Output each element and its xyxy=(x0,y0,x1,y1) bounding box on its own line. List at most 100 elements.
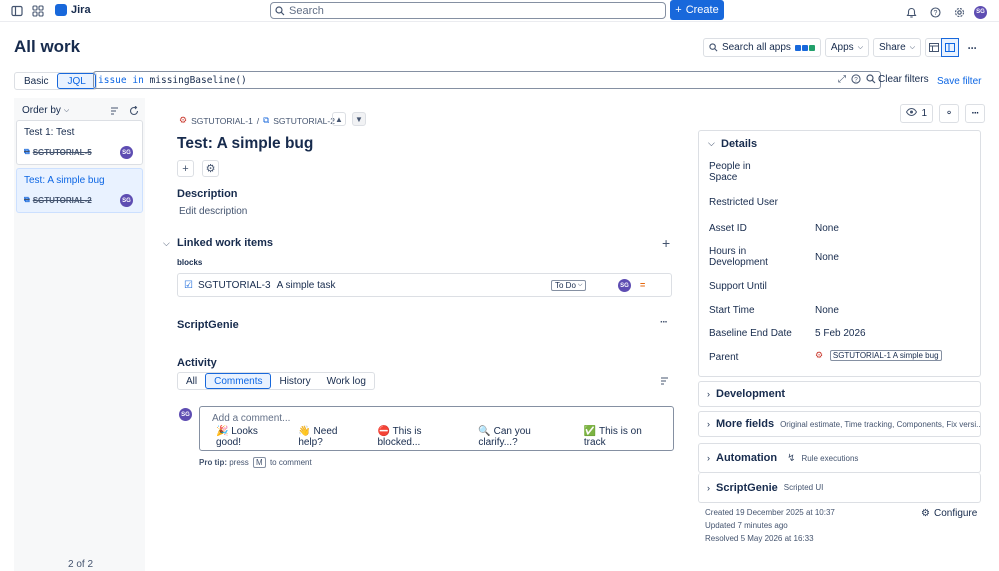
more-actions-icon[interactable]: ··· xyxy=(660,317,668,328)
notifications-icon[interactable] xyxy=(902,3,920,21)
issue-title[interactable]: Test: A simple bug xyxy=(177,135,313,153)
linked-work-item[interactable]: ☑ SGTUTORIAL-3 A simple task To Do ⌵ SG … xyxy=(177,273,672,297)
detail-view-icon[interactable] xyxy=(941,38,959,57)
tab-comments[interactable]: Comments xyxy=(205,373,272,389)
pro-tip-label: Pro tip: xyxy=(199,458,227,467)
add-link-icon[interactable]: + xyxy=(662,235,670,251)
description-heading: Description xyxy=(177,188,238,200)
result-count: 2 of 2 xyxy=(68,559,94,570)
comment-input[interactable]: Add a comment... 🎉 Looks good! 👋 Need he… xyxy=(199,406,674,451)
tab-history[interactable]: History xyxy=(271,373,318,389)
more-actions-icon[interactable]: ··· xyxy=(963,39,981,57)
app-switcher-icon[interactable] xyxy=(29,2,47,20)
refresh-icon[interactable] xyxy=(129,105,139,119)
list-item[interactable]: Test 1: Test ⧉ SGTUTORIAL-5 SG xyxy=(16,120,143,165)
details-heading[interactable]: Details xyxy=(721,138,757,150)
status-dropdown[interactable]: To Do ⌵ xyxy=(551,280,587,291)
search-icon xyxy=(709,43,718,52)
quick-reply-looks-good[interactable]: 🎉 Looks good! xyxy=(216,426,281,448)
sort-icon[interactable] xyxy=(110,105,120,119)
automation-section[interactable]: › Automation ↯ Rule executions xyxy=(698,443,981,473)
status-label: To Do xyxy=(555,281,576,290)
save-filter-button[interactable]: Save filter xyxy=(937,76,981,87)
parent-link[interactable]: ⚙ SGTUTORIAL-1 A simple bug xyxy=(815,350,942,361)
field-label: Baseline End Date xyxy=(709,328,792,339)
subtask-icon: ⧉ xyxy=(263,115,270,125)
updated-date: Updated 7 minutes ago xyxy=(705,521,788,530)
more-fields-section[interactable]: › More fields Original estimate, Time tr… xyxy=(698,411,981,437)
chevron-down-icon[interactable]: ⌵ xyxy=(163,238,170,249)
quick-reply-on-track[interactable]: ✅ This is on track xyxy=(584,426,661,448)
jql-input[interactable]: issue in missingBaseline() ⤢ ? xyxy=(93,71,881,89)
search-icon[interactable] xyxy=(866,74,876,87)
apps-label: Apps xyxy=(830,42,854,53)
list-item[interactable]: Test: A simple bug ⧉ SGTUTORIAL-2 SG xyxy=(16,168,143,213)
more-actions-icon[interactable]: ··· xyxy=(965,104,985,123)
jql-mode-button[interactable]: JQL xyxy=(57,73,96,89)
more-fields-heading: More fields xyxy=(716,418,775,430)
scriptgenie-panel-heading: ScriptGenie xyxy=(716,481,778,494)
settings-gear-icon[interactable]: ⚙ xyxy=(202,160,219,177)
activity-heading: Activity xyxy=(177,357,217,369)
chevron-right-icon: › xyxy=(707,419,710,429)
edit-description[interactable]: Edit description xyxy=(179,206,247,217)
search-all-apps-button[interactable]: Search all apps xyxy=(702,38,821,57)
pro-tip-text: to comment xyxy=(269,458,312,467)
quick-reply-blocked[interactable]: ⛔ This is blocked... xyxy=(378,426,462,448)
jira-logo[interactable]: Jira xyxy=(55,4,91,16)
resolved-date: Resolved 5 May 2026 at 16:33 xyxy=(705,534,814,543)
sort-icon[interactable] xyxy=(660,376,670,389)
share-label: Share xyxy=(879,42,906,53)
user-avatar[interactable]: SG xyxy=(974,5,987,19)
previous-issue-icon[interactable]: ▲ xyxy=(332,112,346,126)
development-section[interactable]: › Development xyxy=(698,381,981,407)
scriptgenie-heading: ScriptGenie xyxy=(177,319,239,331)
scriptgenie-section[interactable]: › ScriptGenie Scripted UI xyxy=(698,473,981,503)
configure-button[interactable]: ⚙ Configure xyxy=(921,508,977,519)
tab-work-log[interactable]: Work log xyxy=(319,373,374,389)
chevron-down-icon: ⌵ xyxy=(577,282,583,288)
share-icon[interactable]: ⚬ xyxy=(939,104,959,123)
breadcrumb-parent[interactable]: SGTUTORIAL-1 xyxy=(191,116,253,126)
tab-all[interactable]: All xyxy=(178,373,205,389)
global-search-input[interactable]: Search xyxy=(270,2,666,19)
list-view-icon[interactable] xyxy=(926,39,942,56)
field-value[interactable]: None xyxy=(815,252,839,263)
expand-icon[interactable]: ⤢ xyxy=(838,74,846,87)
linked-item-key[interactable]: SGTUTORIAL-3 xyxy=(198,280,271,291)
linked-work-items-heading: Linked work items xyxy=(177,237,273,249)
share-dropdown[interactable]: Share ⌵ xyxy=(873,38,921,57)
add-icon[interactable]: + xyxy=(177,160,194,177)
chevron-down-icon[interactable]: ⌵ xyxy=(708,138,715,149)
list-item-title: Test: A simple bug xyxy=(24,175,105,186)
eye-icon xyxy=(906,107,918,119)
field-label: Asset ID xyxy=(709,223,747,234)
basic-mode-button[interactable]: Basic xyxy=(15,73,57,89)
search-placeholder: Search xyxy=(289,4,324,17)
subtask-icon: ⧉ xyxy=(24,195,30,204)
linked-item-summary: A simple task xyxy=(276,279,336,291)
order-by-label: Order by xyxy=(22,105,61,116)
apps-dropdown[interactable]: Apps ⌵ xyxy=(824,38,869,57)
help-icon[interactable]: ? xyxy=(851,74,861,87)
scriptgenie-summary: Scripted UI xyxy=(783,483,824,492)
breadcrumb-current[interactable]: SGTUTORIAL-2 xyxy=(273,116,335,126)
link-type-label: blocks xyxy=(177,258,203,267)
order-by-dropdown[interactable]: Order by ⌵ xyxy=(22,105,69,116)
field-label: Restricted User xyxy=(709,197,778,208)
settings-gear-icon[interactable] xyxy=(950,3,968,21)
quick-reply-clarify[interactable]: 🔍 Can you clarify...? xyxy=(478,426,567,448)
field-value[interactable]: None xyxy=(815,305,839,316)
search-icon xyxy=(275,5,285,15)
sidebar-toggle-icon[interactable] xyxy=(8,2,26,20)
field-value[interactable]: None xyxy=(815,223,839,234)
clear-filters-button[interactable]: Clear filters xyxy=(878,74,929,85)
list-item-title: Test 1: Test xyxy=(24,127,75,138)
help-icon[interactable]: ? xyxy=(926,3,944,21)
breadcrumb: ⚙ SGTUTORIAL-1 / ⧉ SGTUTORIAL-2 xyxy=(179,115,335,126)
field-value[interactable]: 5 Feb 2026 xyxy=(815,328,866,339)
watch-button[interactable]: 1 xyxy=(900,104,933,123)
create-button[interactable]: + Create xyxy=(670,0,724,20)
next-issue-icon[interactable]: ▼ xyxy=(352,112,366,126)
quick-reply-need-help[interactable]: 👋 Need help? xyxy=(298,426,360,448)
